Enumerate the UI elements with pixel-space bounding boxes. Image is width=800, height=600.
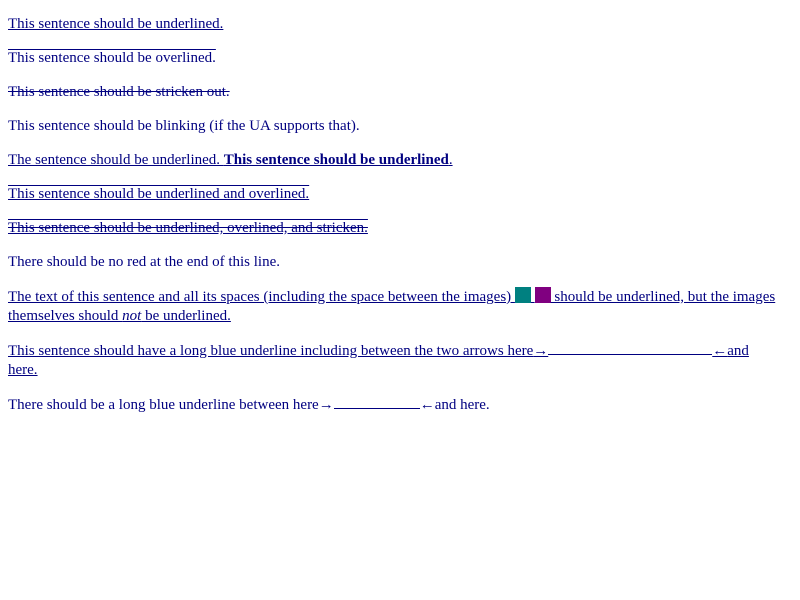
line-no-red: There should be no red at the end of thi… xyxy=(8,253,776,272)
long-arrow-right-icon: → xyxy=(533,343,549,359)
line-long-underline: This sentence should have a long blue un… xyxy=(8,341,776,380)
stricken-text: This sentence should be stricken out. xyxy=(8,84,230,100)
line-underlined-overlined: This sentence should be underlined and o… xyxy=(8,185,776,204)
short-arrow-right-icon: → xyxy=(318,397,334,413)
short-text-2: and here. xyxy=(434,397,490,413)
line-blinking: This sentence should be blinking (if the… xyxy=(8,117,776,136)
page: This sentence should be underlined. This… xyxy=(0,0,784,415)
long-underline-gap xyxy=(548,341,713,355)
line-underlined-mixed: The sentence should be underlined. This … xyxy=(8,151,776,170)
underlined-overlined-stricken-text: This sentence should be underlined, over… xyxy=(8,220,368,236)
line-short-underline: There should be a long blue underline be… xyxy=(8,395,776,415)
underlined-text: This sentence should be underlined. xyxy=(8,16,224,32)
long-text-1: This sentence should have a long blue un… xyxy=(8,343,534,359)
short-arrow-left-icon: ← xyxy=(419,397,435,413)
short-underline-gap xyxy=(333,395,420,409)
underlined-overlined-text: This sentence should be underlined and o… xyxy=(8,186,310,202)
line-stricken: This sentence should be stricken out. xyxy=(8,83,776,102)
line-underlined: This sentence should be underlined. xyxy=(8,15,776,34)
underlined-bold-text: This sentence should be underlined xyxy=(223,152,449,168)
images-text-1: The text of this sentence and all its sp… xyxy=(8,289,515,305)
line-underlined-overlined-stricken: This sentence should be underlined, over… xyxy=(8,219,776,238)
no-red-text: There should be no red at the end of thi… xyxy=(8,254,281,270)
images-not-text: not xyxy=(122,308,142,324)
teal-square-image xyxy=(514,287,531,303)
long-arrow-left-icon: ← xyxy=(712,343,728,359)
purple-square-image xyxy=(534,287,551,303)
line-images: The text of this sentence and all its sp… xyxy=(8,287,776,326)
short-text-1: There should be a long blue underline be… xyxy=(8,397,319,413)
line-overlined: This sentence should be overlined. xyxy=(8,49,776,68)
blinking-text: This sentence should be blinking (if the… xyxy=(8,118,360,134)
overlined-text: This sentence should be overlined. xyxy=(8,50,216,66)
underlined-period: . xyxy=(448,152,453,168)
images-text-3: be underlined. xyxy=(141,308,231,324)
underlined-plain-text: The sentence should be underlined. xyxy=(8,152,224,168)
